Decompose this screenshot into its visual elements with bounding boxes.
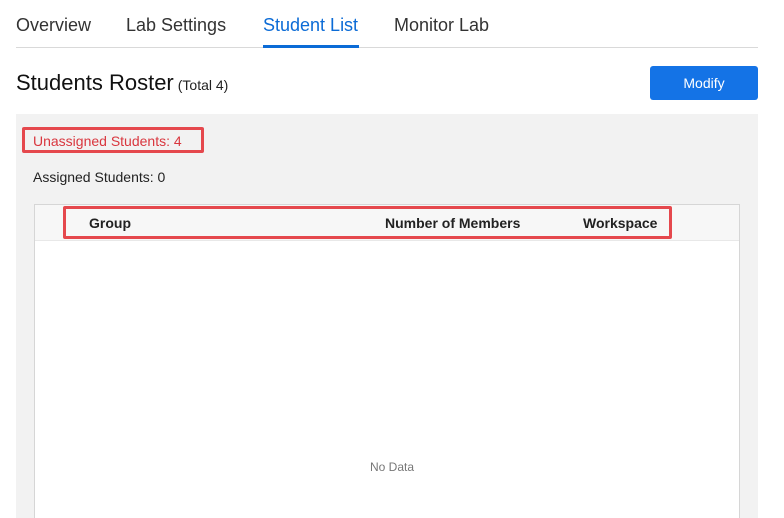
tab-student-list[interactable]: Student List [263,15,358,36]
column-header-group[interactable]: Group [89,215,131,231]
column-header-workspace[interactable]: Workspace [583,215,657,231]
active-tab-indicator [263,45,359,48]
tab-overview[interactable]: Overview [16,15,91,36]
column-header-members[interactable]: Number of Members [385,215,520,231]
page-title: Students Roster (Total 4) [16,70,228,96]
modify-button[interactable]: Modify [650,66,758,100]
empty-table-message: No Data [369,460,415,474]
unassigned-students-count[interactable]: Unassigned Students: 4 [33,133,182,149]
page: Overview Lab Settings Student List Monit… [0,0,784,518]
assigned-students-count[interactable]: Assigned Students: 0 [33,169,165,185]
roster-total: (Total 4) [177,77,229,93]
tab-monitor-lab[interactable]: Monitor Lab [394,15,489,36]
header-highlight-box [63,206,672,239]
tab-lab-settings[interactable]: Lab Settings [126,15,226,36]
roster-title: Students Roster [16,70,174,95]
